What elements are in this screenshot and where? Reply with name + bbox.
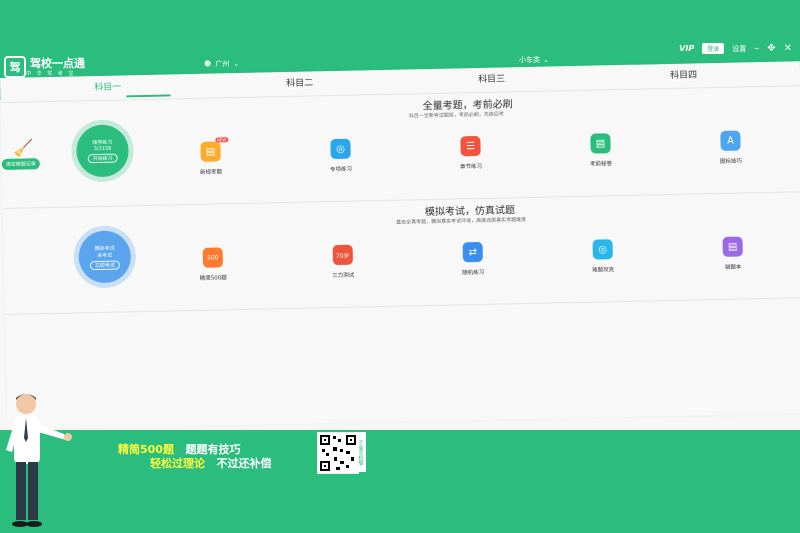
shuffle-icon: ⇄ (462, 241, 483, 263)
item-label: 考前秘卷 (589, 161, 613, 168)
item-label: 三力测试 (332, 272, 355, 280)
chevron-down-icon: ⌄ (543, 56, 549, 64)
login-button[interactable]: 登录 (702, 43, 725, 54)
download-app-label: 下载手机版 (356, 432, 366, 472)
new-badge: NEW (214, 137, 229, 143)
app-logo: 驾 驾校一点通 中 华 驾 考 宝 (4, 56, 85, 78)
document-icon: ▤ NEW (200, 137, 229, 162)
mock-exam-circle[interactable]: 模拟考试 未考试 立即考试 (73, 225, 137, 289)
exam-status: 未考试 (97, 252, 113, 259)
item-special-practice[interactable]: ◎ 专项练习 (315, 138, 366, 173)
broom-icon: 🧹 (13, 138, 34, 158)
tab-subject-3[interactable]: 科目三 (478, 71, 505, 85)
notebook-icon: ▤ (722, 236, 743, 257)
start-exam-button[interactable]: 立即考试 (89, 260, 121, 270)
item-chapter-practice[interactable]: ☰ 章节练习 (445, 135, 496, 171)
book-500-icon: 500 (202, 247, 224, 268)
tab-subject-1[interactable]: 科目一 (94, 79, 121, 93)
item-label: 专项练习 (329, 166, 353, 174)
item-label: 随机练习 (462, 269, 485, 277)
sign-icon: A (720, 130, 741, 151)
active-tab-indicator (126, 94, 171, 98)
age-70-icon: 70岁 (332, 244, 353, 266)
close-icon[interactable]: ✕ (784, 43, 792, 54)
section-subtitle: 科目一全新考试题库，考前必刷，先练后考 (408, 111, 504, 120)
main-content: 科目一 科目二 科目三 科目四 全量考题，考前必刷 科目一全新考试题库，考前必刷… (0, 61, 800, 430)
settings-button[interactable]: 设置 (732, 44, 746, 54)
item-label: 图标技巧 (719, 158, 742, 165)
sequential-practice-circle[interactable]: 顺序练习 3/2158 开始练习 (70, 119, 135, 183)
item-wrong-book[interactable]: ▤ 错题本 (707, 236, 758, 271)
target-icon: ◎ (592, 239, 613, 260)
item-label: 难题攻克 (592, 267, 615, 274)
vip-badge[interactable]: VIP (679, 44, 694, 53)
divider (2, 191, 800, 209)
app-title: 驾校一点通 (30, 56, 85, 70)
section-subtitle: 直击全真考题，模拟真实考试环境，高度还原真实考题难度 (396, 217, 527, 226)
item-label: 错题本 (724, 264, 742, 271)
clear-record-button[interactable]: 清空做题记录 (1, 158, 40, 170)
divider (4, 297, 800, 315)
progress-count: 3/2158 (93, 145, 112, 153)
promo-text: 不过还补偿 (216, 457, 272, 470)
maximize-icon[interactable]: ✥ (767, 43, 775, 54)
item-label: 精简500题 (199, 275, 227, 282)
tab-subject-4[interactable]: 科目四 (670, 67, 697, 81)
item-label: 章节练习 (459, 163, 483, 171)
list-icon: ☰ (460, 135, 481, 157)
qr-code[interactable] (317, 432, 359, 474)
tab-subject-2[interactable]: 科目二 (286, 75, 313, 89)
chevron-down-icon: ⌄ (233, 60, 240, 68)
item-three-ability-test[interactable]: 70岁 三力测试 (318, 244, 369, 279)
item-new-rules[interactable]: ▤ NEW 新规考题 (185, 137, 236, 176)
promo-line-2: 轻松过理论 不过还补偿 (150, 455, 272, 471)
promo-highlight: 轻松过理论 (150, 457, 205, 470)
item-random-practice[interactable]: ⇄ 随机练习 (448, 241, 499, 277)
car-type-label: 小车类 (519, 56, 540, 64)
logo-mark: 驾 (4, 56, 26, 78)
book-icon: ▤ (590, 133, 611, 154)
mascot-person-illustration (6, 394, 72, 527)
user-icon: ☻ (204, 60, 212, 68)
item-500-questions[interactable]: 500 精简500题 (188, 247, 239, 282)
target-icon: ◎ (330, 138, 351, 160)
item-label: 新规考题 (199, 169, 223, 176)
item-icon-tips[interactable]: A 图标技巧 (705, 130, 756, 165)
city-selector[interactable]: ☻ 广州 ⌄ (204, 59, 239, 69)
city-label: 广州 (215, 60, 230, 68)
minimize-icon[interactable]: – (754, 43, 759, 54)
item-hard-questions[interactable]: ◎ 难题攻克 (578, 239, 629, 274)
window-controls: VIP 登录 设置 – ✥ ✕ (679, 43, 792, 54)
item-pre-exam-paper[interactable]: ▤ 考前秘卷 (575, 133, 626, 168)
start-practice-button[interactable]: 开始练习 (87, 153, 118, 164)
car-type-selector[interactable]: 小车类 ⌄ (519, 55, 549, 65)
